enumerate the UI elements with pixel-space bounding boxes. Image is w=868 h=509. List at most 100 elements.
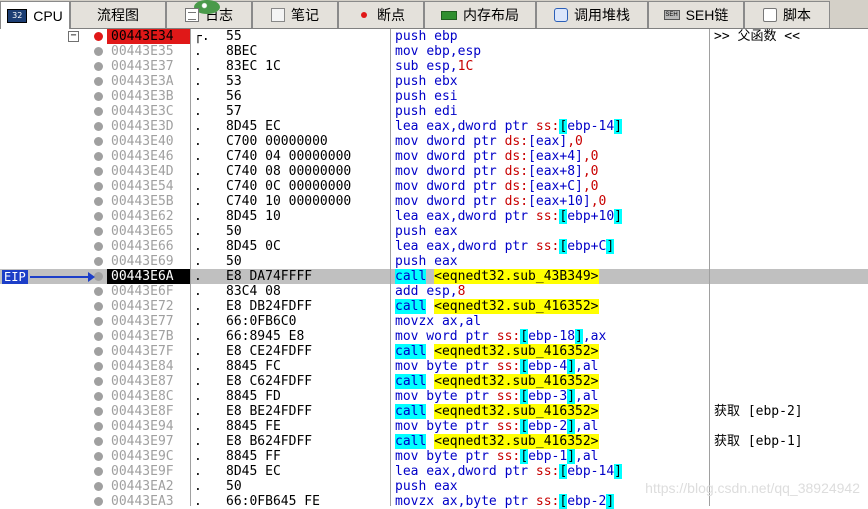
disassembly-row[interactable]: 00443EA3. 66:0FB645 FE movzx ax,byte ptr s…	[0, 494, 868, 509]
breakpoint-slot-icon[interactable]	[94, 392, 103, 401]
instruction-part: esp,	[426, 284, 458, 299]
instruction-part: ]	[567, 449, 576, 464]
breakpoint-slot-icon[interactable]	[94, 317, 103, 326]
breakpoint-slot-icon[interactable]	[94, 62, 103, 71]
tab-breakpoint[interactable]: 断点	[338, 1, 424, 28]
breakpoint-slot-icon[interactable]	[94, 422, 103, 431]
disassembly-row[interactable]: 00443E3D. 8D45 EC lea eax,dword ptr ss:[eb…	[0, 119, 868, 134]
instruction: push esi	[395, 89, 458, 104]
disassembly-row[interactable]: 00443E77. 66:0FB6C0 movzx ax,al	[0, 314, 868, 329]
disassembly-row[interactable]: 00443E84. 8845 FC mov byte ptr ss:[ebp-4],…	[0, 359, 868, 374]
breakpoint-slot-icon[interactable]	[94, 257, 103, 266]
breakpoint-slot-icon[interactable]	[94, 107, 103, 116]
tab-memory-map[interactable]: 内存布局	[424, 1, 536, 28]
instruction-part: ds:	[504, 179, 529, 194]
breakpoint-slot-icon[interactable]	[94, 227, 103, 236]
disassembly-row[interactable]: 00443E72. E8 DB24FDFF call <eqnedt32.sub_4…	[0, 299, 868, 314]
flow-marker: .	[194, 59, 202, 74]
disassembly-row[interactable]: 00443E46. C740 04 00000000 mov dword ptr d…	[0, 149, 868, 164]
eip-arrowhead-icon	[88, 272, 95, 282]
instruction-part: ds:	[504, 194, 529, 209]
breakpoint-slot-icon[interactable]	[94, 272, 103, 281]
disassembly-row[interactable]: 00443E37. 83EC 1C sub esp,1C	[0, 59, 868, 74]
disassembly-row[interactable]: 00443E8C. 8845 FD mov byte ptr ss:[ebp-3],…	[0, 389, 868, 404]
breakpoint-slot-icon[interactable]	[94, 182, 103, 191]
flow-marker: .	[194, 329, 202, 344]
opcode-bytes: 8D45 0C	[226, 239, 281, 254]
disassembly-row[interactable]: 00443E34 ┌. 55 push ebp >> 父函数 <<	[0, 29, 868, 44]
disassembly-row[interactable]: 00443E54. C740 0C 00000000 mov dword ptr d…	[0, 179, 868, 194]
flow-marker: .	[194, 104, 202, 119]
address: 00443E7B	[111, 329, 174, 344]
disassembly-row[interactable]: 00443E3B. 56 push esi	[0, 89, 868, 104]
breakpoint-slot-icon[interactable]	[94, 122, 103, 131]
breakpoint-slot-icon[interactable]	[94, 287, 103, 296]
address: 00443E9F	[111, 464, 174, 479]
breakpoint-slot-icon[interactable]	[94, 347, 103, 356]
breakpoint-slot-icon[interactable]	[94, 77, 103, 86]
disassembly-row[interactable]: 00443E69. 50 push eax	[0, 254, 868, 269]
disassembly-row[interactable]: 00443E6A. E8 DA74FFFF call <eqnedt32.sub_4…	[0, 269, 868, 284]
breakpoint-slot-icon[interactable]	[94, 137, 103, 146]
breakpoint-slot-icon[interactable]	[94, 242, 103, 251]
tab-call-stack[interactable]: 调用堆栈	[536, 1, 648, 28]
disassembly-row[interactable]: 00443E4D. C740 08 00000000 mov dword ptr d…	[0, 164, 868, 179]
breakpoint-slot-icon[interactable]	[94, 332, 103, 341]
tab-cpu[interactable]: 32 CPU	[0, 1, 70, 29]
opcode-bytes: E8 CE24FDFF	[226, 344, 313, 359]
breakpoint-slot-icon[interactable]	[94, 152, 103, 161]
breakpoint-slot-icon[interactable]	[94, 482, 103, 491]
disassembly-row[interactable]: 00443E94. 8845 FE mov byte ptr ss:[ebp-2],…	[0, 419, 868, 434]
disassembly-row[interactable]: 00443E87. E8 C624FDFF call <eqnedt32.sub_4…	[0, 374, 868, 389]
disassembly-row[interactable]: 00443E62. 8D45 10 lea eax,dword ptr ss:[eb…	[0, 209, 868, 224]
breakpoint-slot-icon[interactable]	[94, 407, 103, 416]
breakpoint-slot-icon[interactable]	[94, 467, 103, 476]
disassembly-row[interactable]: 00443E7B. 66:8945 E8 mov word ptr ss:[ebp-…	[0, 329, 868, 344]
comment: >> 父函数 <<	[714, 29, 800, 44]
breakpoint-slot-icon[interactable]	[94, 302, 103, 311]
column-divider	[190, 29, 191, 506]
disassembly-row[interactable]: 00443E9C. 8845 FF mov byte ptr ss:[ebp-1],…	[0, 449, 868, 464]
disassembly-row[interactable]: 00443E65. 50 push eax	[0, 224, 868, 239]
disassembly-row[interactable]: 00443E35. 8BEC mov ebp,esp	[0, 44, 868, 59]
breakpoint-slot-icon[interactable]	[94, 47, 103, 56]
disassembly-row[interactable]: 00443E97. E8 B624FDFF call <eqnedt32.sub_4…	[0, 434, 868, 449]
disassembly-pane[interactable]: − 00443E34 ┌. 55 push ebp >> 父函数 << 00443E35.…	[0, 29, 868, 509]
tab-notes[interactable]: 笔记	[252, 1, 338, 28]
instruction: mov dword ptr ds:[eax+4],0	[395, 149, 599, 164]
disassembly-row[interactable]: 00443E8F. E8 BE24FDFF call <eqnedt32.sub_4…	[0, 404, 868, 419]
opcode-bytes: 83EC 1C	[226, 59, 281, 74]
breakpoint-slot-icon[interactable]	[94, 437, 103, 446]
instruction: mov byte ptr ss:[ebp-3],al	[395, 389, 599, 404]
breakpoint-slot-icon[interactable]	[94, 167, 103, 176]
disassembly-row[interactable]: 00443E6F. 83C4 08 add esp,8	[0, 284, 868, 299]
instruction-part	[426, 374, 434, 389]
instruction-part: eax	[434, 479, 458, 494]
instruction-part: mov byte ptr	[395, 359, 497, 374]
breakpoint-slot-icon[interactable]	[94, 377, 103, 386]
instruction-part: esp,	[426, 59, 458, 74]
disassembly-row[interactable]: 00443E3C. 57 push edi	[0, 104, 868, 119]
opcode-bytes: 8D45 10	[226, 209, 281, 224]
instruction: sub esp,1C	[395, 59, 473, 74]
instruction-part: lea eax,dword ptr	[395, 209, 536, 224]
tab-script[interactable]: 脚本	[744, 1, 830, 28]
tab-flowchart[interactable]: 流程图	[70, 0, 220, 28]
breakpoint-slot-icon[interactable]	[94, 212, 103, 221]
disassembly-row[interactable]: 00443E7F. E8 CE24FDFF call <eqnedt32.sub_4…	[0, 344, 868, 359]
disassembly-row[interactable]: 00443E40. C700 00000000 mov dword ptr ds:[…	[0, 134, 868, 149]
opcode-bytes: 8845 FE	[226, 419, 281, 434]
disassembly-row[interactable]: 00443E3A. 53 push ebx	[0, 74, 868, 89]
breakpoint-slot-icon[interactable]	[94, 197, 103, 206]
disassembly-row[interactable]: 00443E9F. 8D45 EC lea eax,dword ptr ss:[eb…	[0, 464, 868, 479]
breakpoint-slot-icon[interactable]	[94, 362, 103, 371]
instruction-part: call	[395, 434, 427, 449]
tab-seh[interactable]: SEH SEH链	[648, 1, 744, 28]
breakpoint-active-icon[interactable]	[94, 32, 103, 41]
breakpoint-slot-icon[interactable]	[94, 497, 103, 506]
disassembly-row[interactable]: 00443E5B. C740 10 00000000 mov dword ptr d…	[0, 194, 868, 209]
breakpoint-slot-icon[interactable]	[94, 452, 103, 461]
flow-marker: .	[194, 44, 202, 59]
breakpoint-slot-icon[interactable]	[94, 92, 103, 101]
disassembly-row[interactable]: 00443E66. 8D45 0C lea eax,dword ptr ss:[eb…	[0, 239, 868, 254]
